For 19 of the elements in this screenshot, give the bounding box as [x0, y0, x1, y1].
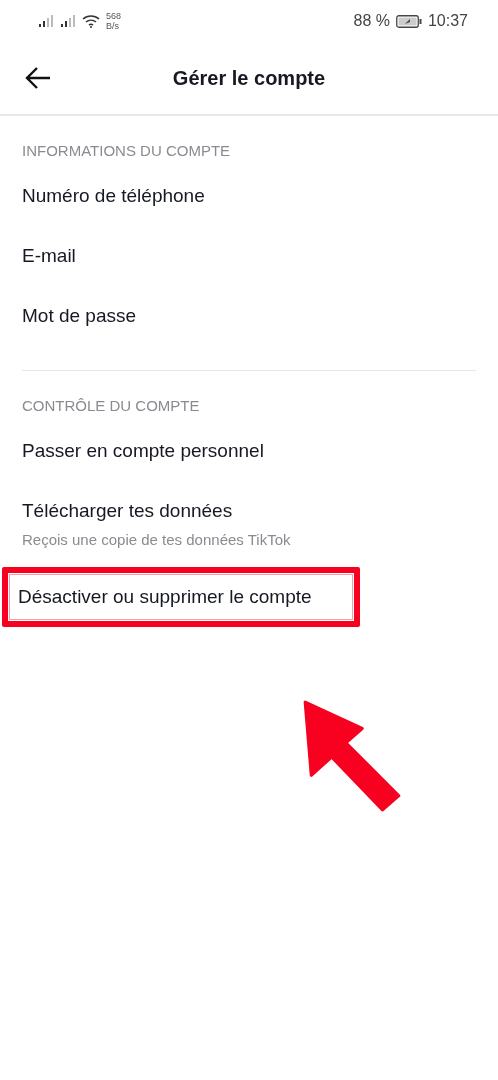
signal-icon — [38, 15, 54, 27]
menu-item[interactable]: Désactiver ou supprimer le compte — [18, 585, 312, 609]
battery-percent: 88 % — [353, 12, 390, 30]
battery-icon — [395, 14, 422, 28]
network-speed: 568 — [106, 11, 122, 21]
section-heading: INFORMATIONS DU COMPTE — [22, 141, 232, 161]
network-speed-unit: B/s — [106, 21, 120, 31]
menu-item[interactable]: Télécharger tes données — [22, 499, 476, 523]
menu-item[interactable]: Numéro de téléphone — [22, 184, 476, 208]
menu-item[interactable]: Passer en compte personnel — [22, 439, 476, 463]
section-heading: CONTRÔLE DU COMPTE — [22, 396, 201, 416]
menu-item-subtitle: Reçois une copie de tes données TikTok — [22, 531, 292, 548]
signal-icon — [60, 15, 76, 27]
menu-item[interactable]: E-mail — [22, 244, 476, 268]
wifi-icon — [82, 14, 100, 28]
clock: 10:37 — [427, 12, 468, 30]
back-arrow-icon[interactable] — [24, 66, 52, 90]
page-title: Gérer le compte — [172, 66, 326, 90]
menu-item[interactable]: Mot de passe — [22, 304, 476, 328]
